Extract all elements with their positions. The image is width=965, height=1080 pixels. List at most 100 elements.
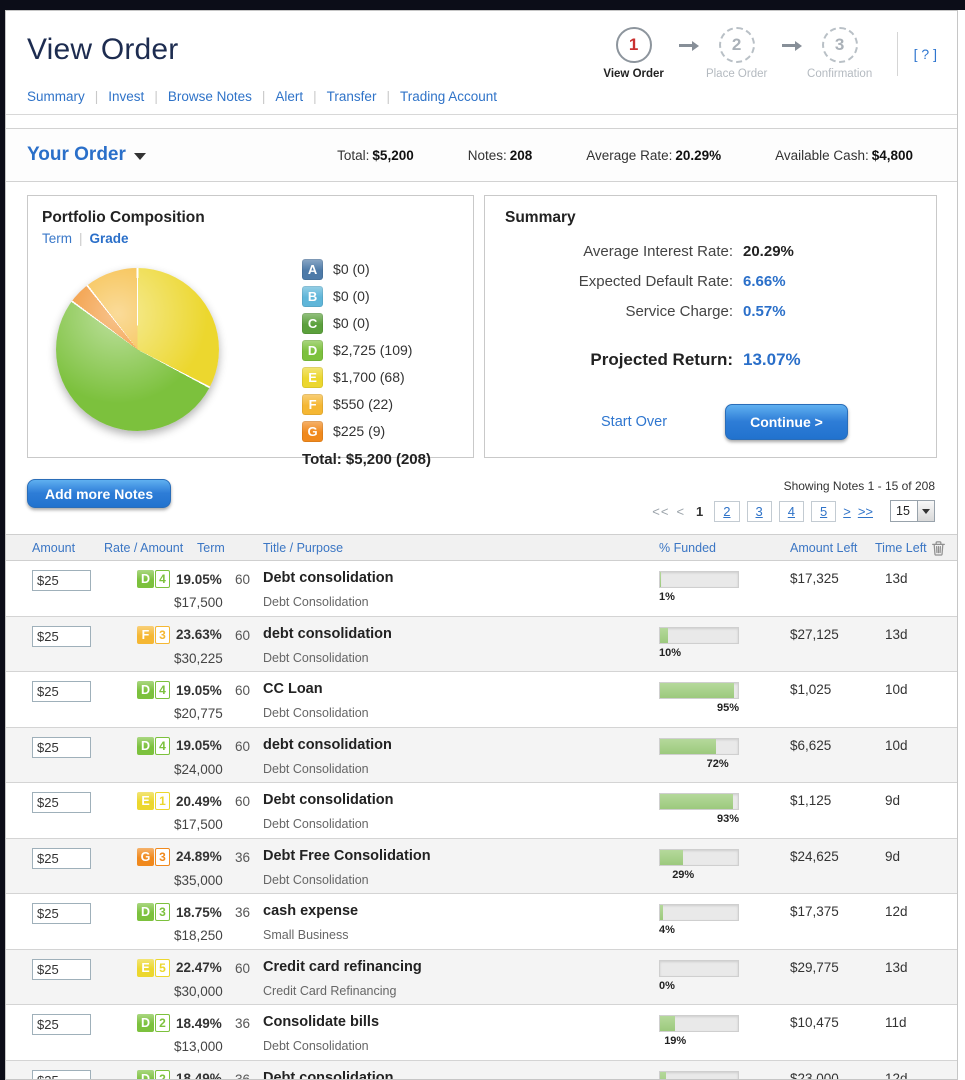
note-rate: 18.49% xyxy=(176,1071,222,1080)
note-term: 60 xyxy=(235,681,263,727)
grade-swatch: C xyxy=(302,313,323,334)
note-term: 60 xyxy=(235,792,263,838)
avg-interest-rate-value: 20.29% xyxy=(743,243,794,260)
amount-left-value: $6,625 xyxy=(790,737,885,783)
note-row: G 3 24.89% $35,000 36 Debt Free Consolid… xyxy=(6,839,957,895)
pagination-next[interactable]: > xyxy=(843,504,851,519)
add-more-notes-button[interactable]: Add more Notes xyxy=(27,479,171,508)
nav-tab-alert[interactable]: Alert xyxy=(275,89,326,104)
pagination-page-link[interactable]: 3 xyxy=(747,501,772,522)
pagination-first[interactable]: << xyxy=(652,504,669,519)
step-arrow-icon xyxy=(782,44,795,47)
note-amount-input[interactable] xyxy=(32,737,91,758)
grade-badge: D 3 xyxy=(137,903,170,921)
note-term: 60 xyxy=(235,737,263,783)
note-amount-input[interactable] xyxy=(32,1014,91,1035)
time-left-value: 13d xyxy=(885,626,940,672)
amount-left-value: $23,000 xyxy=(790,1070,885,1080)
your-order-dropdown[interactable]: Your Order xyxy=(27,144,146,166)
portfolio-view-link[interactable]: Grade xyxy=(90,231,129,246)
step-3-circle: 3 xyxy=(822,27,858,63)
time-left-value: 13d xyxy=(885,959,940,1005)
legend-total: Total: $5,200 (208) xyxy=(302,451,431,468)
help-icon[interactable]: [ ? ] xyxy=(897,32,939,76)
portfolio-view-link[interactable]: Term xyxy=(42,231,72,246)
loan-purpose: Debt Consolidation xyxy=(263,706,659,720)
grade-swatch: B xyxy=(302,286,323,307)
pagination-page-link[interactable]: 2 xyxy=(714,501,739,522)
amount-left-value: $29,775 xyxy=(790,959,885,1005)
continue-button[interactable]: Continue > xyxy=(725,404,848,440)
portfolio-view-switch: Term|Grade xyxy=(42,231,459,246)
wizard-steps: 1 View Order 2 Place Order 3 Confirmatio… xyxy=(591,27,883,80)
funded-progress-bar xyxy=(659,682,739,699)
note-row: F 3 23.63% $30,225 60 debt consolidation… xyxy=(6,617,957,673)
note-amount-input[interactable] xyxy=(32,570,91,591)
note-amount-input[interactable] xyxy=(32,848,91,869)
nav-tab-browse-notes[interactable]: Browse Notes xyxy=(168,89,276,104)
note-amount-input[interactable] xyxy=(32,626,91,647)
note-amount-input[interactable] xyxy=(32,903,91,924)
step-2-circle: 2 xyxy=(719,27,755,63)
note-amount-input[interactable] xyxy=(32,959,91,980)
order-stat: Total:$5,200 xyxy=(337,148,414,163)
funded-progress-bar xyxy=(659,627,739,644)
funded-progress-bar xyxy=(659,571,739,588)
funded-cell: 0% xyxy=(659,959,790,1005)
projected-return-row: Projected Return: 13.07% xyxy=(505,350,916,370)
funded-progress-bar xyxy=(659,793,739,810)
page-container: View Order 1 View Order 2 Place Order 3 … xyxy=(5,10,958,1080)
funded-cell: 10% xyxy=(659,626,790,672)
nav-tab-trading-account[interactable]: Trading Account xyxy=(400,89,497,104)
funded-cell: 8% xyxy=(659,1070,790,1080)
loan-purpose: Debt Consolidation xyxy=(263,651,659,665)
loan-amount: $17,500 xyxy=(174,817,235,832)
grade-swatch: D xyxy=(302,340,323,361)
note-row: E 5 22.47% $30,000 60 Credit card refina… xyxy=(6,950,957,1006)
funded-progress-bar xyxy=(659,960,739,977)
nav-tab-summary[interactable]: Summary xyxy=(27,89,108,104)
loan-amount: $17,500 xyxy=(174,595,235,610)
loan-purpose: Debt Consolidation xyxy=(263,1039,659,1053)
step-place-order: 2 Place Order xyxy=(694,27,780,80)
note-amount-input[interactable] xyxy=(32,681,91,702)
note-rate: 20.49% xyxy=(176,794,222,809)
note-amount-input[interactable] xyxy=(32,792,91,813)
note-term: 36 xyxy=(235,1070,263,1080)
note-amount-input[interactable] xyxy=(32,1070,91,1080)
pagination-page-link[interactable]: 5 xyxy=(811,501,836,522)
note-term: 36 xyxy=(235,848,263,894)
funded-percent-label: 29% xyxy=(672,869,790,881)
note-row: D 2 18.49% $25,000 36 Debt consolidation… xyxy=(6,1061,957,1080)
browser-top-bar xyxy=(0,0,965,10)
delete-all-trash-icon[interactable] xyxy=(931,540,958,556)
funded-percent-label: 0% xyxy=(659,980,790,992)
time-left-value: 12d xyxy=(885,903,940,949)
legend-item: D $2,725 (109) xyxy=(302,337,431,363)
grade-badge: E 5 xyxy=(137,959,170,977)
loan-amount: $30,000 xyxy=(174,984,235,999)
legend-item: A $0 (0) xyxy=(302,256,431,282)
col-header-rate-amount: Rate / Amount xyxy=(104,541,197,555)
funded-cell: 4% xyxy=(659,903,790,949)
col-header-term: Term xyxy=(197,541,263,555)
nav-tab-transfer[interactable]: Transfer xyxy=(327,89,400,104)
grade-badge: D 4 xyxy=(137,681,170,699)
note-rate: 18.49% xyxy=(176,1016,222,1031)
loan-purpose: Debt Consolidation xyxy=(263,873,659,887)
page-size-select[interactable]: 15 xyxy=(890,500,935,522)
pagination: << < 1 2345 > >> 15 xyxy=(652,500,935,522)
col-header-title-purpose: Title / Purpose xyxy=(263,541,659,555)
nav-tab-invest[interactable]: Invest xyxy=(108,89,168,104)
pagination-page-link[interactable]: 4 xyxy=(779,501,804,522)
step-confirmation: 3 Confirmation xyxy=(797,27,883,80)
pagination-last[interactable]: >> xyxy=(858,504,873,519)
chevron-down-icon xyxy=(917,501,934,521)
start-over-link[interactable]: Start Over xyxy=(601,414,667,430)
note-term: 60 xyxy=(235,570,263,616)
legend-item: E $1,700 (68) xyxy=(302,364,431,390)
grade-pie-chart xyxy=(56,268,219,431)
pagination-prev[interactable]: < xyxy=(676,504,685,519)
funded-percent-label: 1% xyxy=(659,591,790,603)
legend-item: C $0 (0) xyxy=(302,310,431,336)
